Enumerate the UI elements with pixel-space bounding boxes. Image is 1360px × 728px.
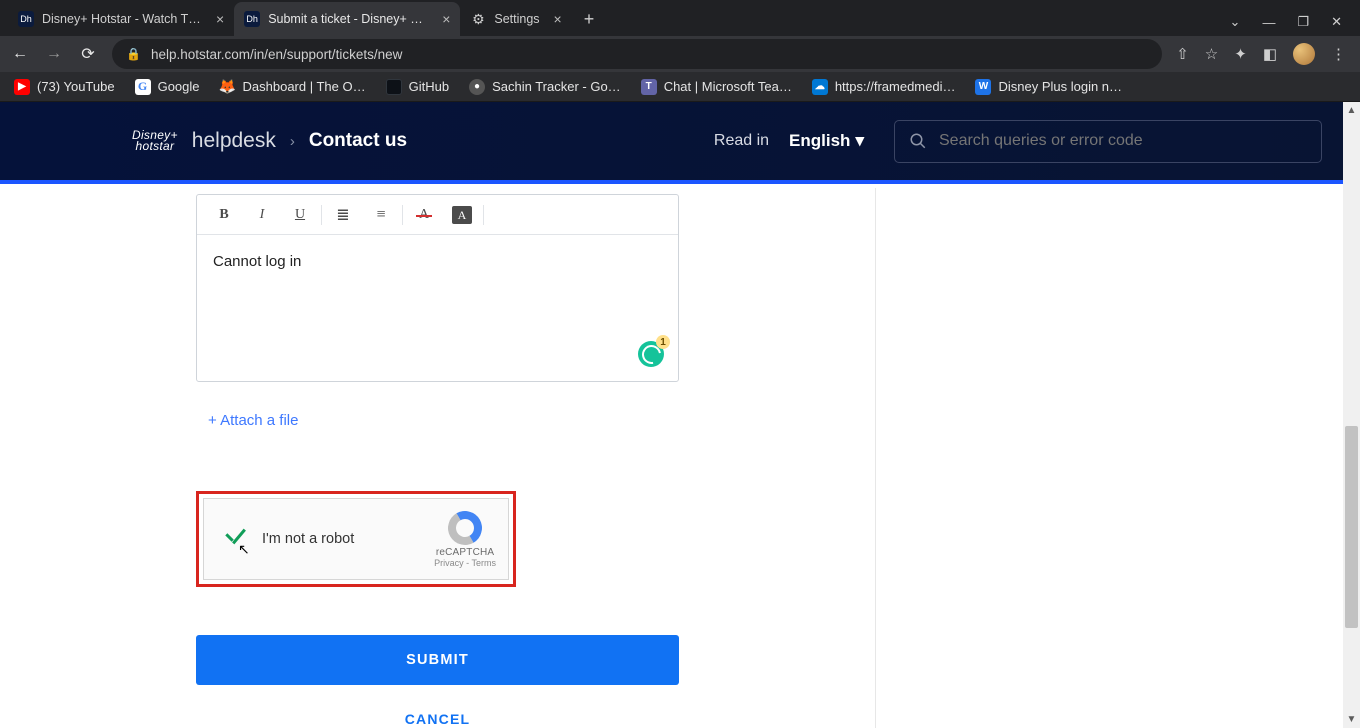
google-icon: G — [135, 79, 151, 95]
nav-reload-button[interactable]: ⟳ — [78, 44, 98, 64]
text-color-button[interactable]: A — [405, 207, 443, 223]
search-input[interactable] — [939, 132, 1307, 150]
bookmark-dashboard[interactable]: 🦊Dashboard | The O… — [220, 79, 366, 95]
underline-button[interactable]: U — [281, 207, 319, 223]
omnibox[interactable]: 🔒 help.hotstar.com/in/en/support/tickets… — [112, 39, 1162, 69]
nav-forward-button[interactable]: → — [44, 45, 64, 63]
ticket-form: B I U A A Cannot log in 1 + Attach a fil… — [156, 188, 876, 728]
share-icon[interactable]: ⇧ — [1176, 45, 1189, 63]
captcha-highlight: ↖ I'm not a robot reCAPTCHA Privacy - Te… — [196, 491, 516, 587]
toolbar-separator — [321, 205, 322, 225]
grammarly-badge: 1 — [656, 335, 670, 349]
bookmark-google[interactable]: GGoogle — [135, 79, 200, 95]
tab-favicon: Dh — [18, 11, 34, 27]
kebab-menu-icon[interactable]: ⋮ — [1331, 45, 1346, 63]
gear-icon: ⚙ — [470, 11, 486, 27]
bookmarks-bar: ▶(73) YouTube GGoogle 🦊Dashboard | The O… — [0, 72, 1360, 102]
language-selector[interactable]: English ▾ — [789, 131, 864, 151]
url-text: help.hotstar.com/in/en/support/tickets/n… — [151, 47, 402, 62]
profile-avatar[interactable] — [1293, 43, 1315, 65]
bullet-list-button[interactable] — [324, 205, 362, 225]
bookmark-framedmedia[interactable]: ☁https://framedmedi… — [812, 79, 956, 95]
cancel-button[interactable]: CANCEL — [196, 711, 679, 727]
bookmark-tracker[interactable]: ●Sachin Tracker - Go… — [469, 79, 621, 95]
github-icon — [386, 79, 402, 95]
submit-button[interactable]: SUBMIT — [196, 635, 679, 685]
tab-title: Settings — [494, 12, 539, 26]
brand-block: Disney+ hotstar helpdesk › Contact us — [132, 129, 407, 153]
browser-tab-1[interactable]: Dh Submit a ticket - Disney+ Hotstar × — [234, 2, 460, 36]
tab-close-icon[interactable]: × — [554, 11, 562, 27]
fox-icon: 🦊 — [220, 79, 236, 95]
extensions-icon[interactable]: ✦ — [1234, 45, 1247, 63]
scroll-up-button[interactable]: ▲ — [1343, 102, 1360, 119]
browser-tab-2[interactable]: ⚙ Settings × — [460, 2, 571, 36]
chevron-down-icon: ▾ — [855, 131, 864, 151]
helpdesk-label[interactable]: helpdesk — [192, 129, 276, 153]
toolbar-separator — [402, 205, 403, 225]
browser-tabs: Dh Disney+ Hotstar - Watch TV Shows × Dh… — [8, 2, 1212, 36]
recaptcha-icon — [448, 511, 482, 545]
sidepanel-icon[interactable]: ◧ — [1263, 45, 1277, 63]
bookmark-youtube[interactable]: ▶(73) YouTube — [14, 79, 115, 95]
captcha-label: I'm not a robot — [262, 531, 354, 547]
numbered-list-button[interactable] — [362, 206, 400, 224]
attach-file-link[interactable]: + Attach a file — [196, 412, 835, 429]
editor-toolbar: B I U A A — [197, 195, 678, 235]
breadcrumb-chevron-icon: › — [290, 133, 295, 150]
description-editor: B I U A A Cannot log in 1 — [196, 194, 679, 382]
scrollbar-track[interactable] — [1343, 102, 1360, 728]
bookmark-disneyplus[interactable]: WDisney Plus login n… — [975, 79, 1122, 95]
header-search[interactable] — [894, 120, 1322, 163]
window-maximize-icon[interactable]: ❐ — [1297, 14, 1309, 30]
tab-title: Submit a ticket - Disney+ Hotstar — [268, 12, 428, 26]
window-close-icon[interactable]: ✕ — [1331, 14, 1342, 30]
cursor-icon: ↖ — [238, 541, 250, 558]
toolbar-separator — [483, 205, 484, 225]
chevron-down-icon[interactable]: ⌄ — [1230, 14, 1241, 30]
editor-textarea[interactable]: Cannot log in 1 — [197, 235, 678, 381]
site-header: Disney+ hotstar helpdesk › Contact us Re… — [0, 102, 1360, 184]
browser-titlebar: Dh Disney+ Hotstar - Watch TV Shows × Dh… — [0, 0, 1360, 36]
bookmark-star-icon[interactable]: ☆ — [1205, 45, 1218, 63]
brand-logo[interactable]: Disney+ hotstar — [132, 130, 178, 152]
teams-icon: T — [641, 79, 657, 95]
nav-back-button[interactable]: ← — [10, 45, 30, 63]
scroll-down-button[interactable]: ▼ — [1343, 711, 1360, 728]
grammarly-icon[interactable]: 1 — [638, 341, 664, 367]
bookmark-teams[interactable]: TChat | Microsoft Tea… — [641, 79, 792, 95]
scrollbar-thumb[interactable] — [1345, 426, 1358, 628]
window-controls: ⌄ ― ❐ ✕ — [1212, 14, 1360, 36]
tab-favicon: Dh — [244, 11, 260, 27]
browser-tab-0[interactable]: Dh Disney+ Hotstar - Watch TV Shows × — [8, 2, 234, 36]
read-in-label: Read in — [714, 132, 769, 150]
recaptcha-branding: reCAPTCHA Privacy - Terms — [434, 511, 496, 568]
w-icon: W — [975, 79, 991, 95]
cloud-icon: ☁ — [812, 79, 828, 95]
new-tab-button[interactable]: + — [572, 2, 607, 36]
globe-icon: ● — [469, 79, 485, 95]
browser-address-bar: ← → ⟳ 🔒 help.hotstar.com/in/en/support/t… — [0, 36, 1360, 72]
bold-button[interactable]: B — [205, 207, 243, 223]
recaptcha-widget[interactable]: ↖ I'm not a robot reCAPTCHA Privacy - Te… — [203, 498, 509, 580]
highlight-button[interactable]: A — [452, 206, 472, 224]
youtube-icon: ▶ — [14, 79, 30, 95]
window-minimize-icon[interactable]: ― — [1262, 15, 1275, 30]
bookmark-github[interactable]: GitHub — [386, 79, 449, 95]
tab-title: Disney+ Hotstar - Watch TV Shows — [42, 12, 202, 26]
search-icon — [909, 132, 927, 150]
lock-icon: 🔒 — [126, 47, 141, 61]
breadcrumb-current: Contact us — [309, 130, 407, 152]
italic-button[interactable]: I — [243, 207, 281, 223]
tab-close-icon[interactable]: × — [442, 11, 450, 27]
tab-close-icon[interactable]: × — [216, 11, 224, 27]
editor-content: Cannot log in — [213, 253, 301, 270]
